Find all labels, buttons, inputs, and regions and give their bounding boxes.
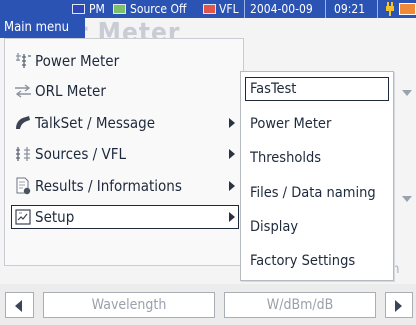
next-button[interactable] — [385, 292, 413, 318]
setup-icon — [15, 209, 31, 225]
submenu-item-label: Files / Data naming — [250, 185, 376, 201]
talkset-icon — [16, 116, 30, 129]
orl-meter-icon — [15, 84, 31, 98]
previous-button[interactable] — [5, 292, 34, 318]
submenu-arrow-icon — [229, 149, 235, 159]
unit-toggle-button[interactable]: W/dBm/dB — [224, 292, 376, 318]
pm-indicator-icon — [72, 4, 85, 14]
submenu-item-files-data-naming[interactable]: Files / Data naming — [241, 178, 393, 208]
submenu-item-label: Thresholds — [250, 150, 322, 166]
menu-item-label: Setup — [35, 208, 75, 226]
submenu-item-power-meter[interactable]: Power Meter — [241, 109, 393, 139]
submenu-item-label: Display — [250, 219, 299, 235]
pm-label: PM — [89, 2, 105, 16]
battery-icon — [399, 3, 416, 15]
menu-item-label: TalkSet / Message — [35, 114, 156, 132]
menu-item-label: ORL Meter — [35, 82, 106, 100]
menu-item-label: Results / Informations — [35, 177, 182, 195]
menu-item-sources-vfl[interactable]: Sources / VFL — [5, 140, 243, 168]
menu-item-label: Power Meter — [35, 52, 120, 70]
vfl-label: VFL — [219, 2, 239, 16]
menu-item-orl-meter[interactable]: ORL Meter — [5, 77, 243, 105]
power-meter-icon — [16, 53, 31, 68]
vfl-indicator-icon — [203, 4, 216, 14]
main-menu-title: Main menu — [0, 18, 85, 38]
menu-item-results-informations[interactable]: Results / Informations — [5, 172, 243, 200]
arrow-left-icon — [15, 300, 22, 312]
menu-item-setup[interactable]: Setup — [5, 203, 243, 231]
menu-item-power-meter[interactable]: Power Meter — [5, 47, 243, 75]
sources-icon — [16, 147, 30, 161]
menu-item-talkset-message[interactable]: TalkSet / Message — [5, 109, 243, 137]
submenu-item-fastest[interactable]: FasTest — [241, 74, 393, 104]
submenu-item-label: Factory Settings — [250, 253, 356, 269]
submenu-item-display[interactable]: Display — [241, 212, 393, 242]
results-icon — [16, 177, 31, 195]
background-dropdown-icon — [402, 90, 412, 96]
submenu-arrow-icon — [229, 118, 235, 128]
status-time: 09:21 — [334, 2, 366, 16]
submenu-arrow-icon — [229, 181, 235, 191]
function-key-bar: Wavelength W/dBm/dB — [0, 284, 416, 325]
submenu-item-label: Power Meter — [250, 116, 332, 132]
main-menu: Power Meter ORL Meter TalkSet / Message … — [4, 38, 244, 266]
background-dropdown-icon — [402, 196, 412, 202]
setup-submenu: FasTest Power Meter Thresholds Files / D… — [240, 71, 394, 281]
submenu-item-thresholds[interactable]: Thresholds — [241, 143, 393, 173]
wavelength-button[interactable]: Wavelength — [43, 292, 215, 318]
submenu-arrow-icon — [229, 212, 235, 222]
plug-icon — [386, 2, 394, 16]
submenu-item-factory-settings[interactable]: Factory Settings — [241, 246, 393, 276]
submenu-item-label: FasTest — [250, 81, 297, 97]
status-bar: PM Source Off VFL 2004-00-09 09:21 — [0, 0, 416, 18]
arrow-right-icon — [395, 300, 402, 312]
status-date: 2004-00-09 — [250, 2, 313, 16]
menu-item-label: Sources / VFL — [35, 145, 126, 163]
source-indicator-icon — [113, 4, 126, 14]
source-label: Source Off — [130, 2, 187, 16]
